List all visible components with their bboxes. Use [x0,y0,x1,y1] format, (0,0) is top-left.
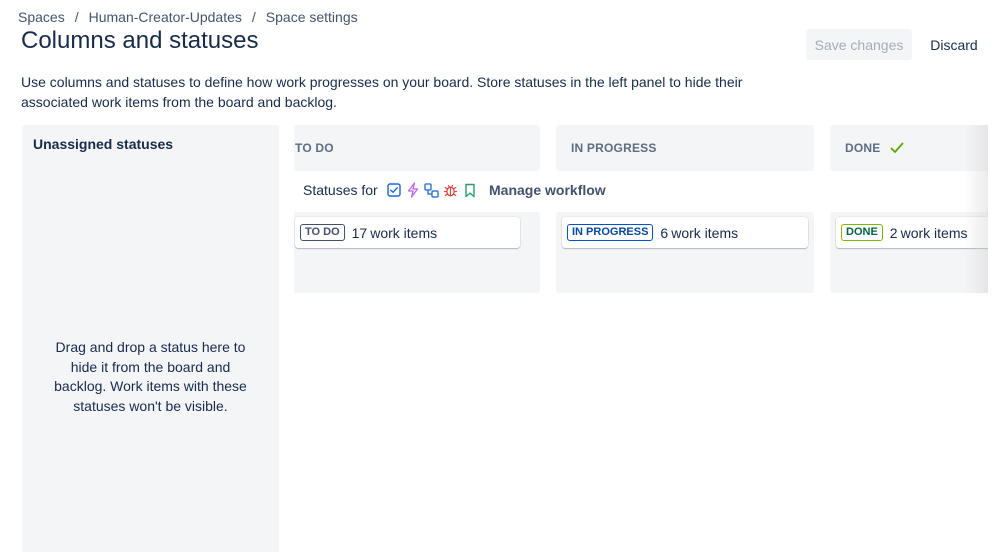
work-item-count: 17 [351,224,368,241]
status-card-in-progress[interactable]: IN PROGRESS 6 work items [562,217,808,248]
story-bookmark-icon [462,182,478,198]
work-item-count: 2 [889,224,898,241]
save-changes-button[interactable]: Save changes [806,29,912,60]
bug-icon [443,182,459,198]
work-items-label: work items [900,224,968,241]
manage-workflow-button[interactable]: Manage workflow [489,182,606,198]
unassigned-statuses-title: Unassigned statuses [33,136,174,152]
statuses-for: Statuses for [303,182,478,198]
scroll-fade-right [964,125,988,293]
board-columns: TO DO TO DO 17 work items IN PROGRESS IN… [294,125,988,305]
status-lozenge: IN PROGRESS [567,224,654,241]
subtask-lightning-icon [405,182,421,198]
column-name: DONE [845,141,881,155]
breadcrumb-space-settings[interactable]: Space settings [266,9,358,25]
column-name: TO DO [295,141,334,155]
column-header-todo[interactable]: TO DO [294,125,540,171]
page-title: Columns and statuses [21,27,259,54]
page-description: Use columns and statuses to define how w… [21,74,743,110]
work-items-label: work items [370,224,438,241]
epic-hierarchy-icon [424,182,440,198]
status-lozenge: DONE [841,224,883,241]
discard-button[interactable]: Discard [922,29,986,60]
breadcrumb: Spaces / Human-Creator-Updates / Space s… [18,9,358,25]
breadcrumb-separator: / [74,9,79,25]
status-lozenge: TO DO [300,224,345,241]
unassigned-statuses-panel[interactable]: Unassigned statuses Drag and drop a stat… [22,125,279,552]
status-card-todo[interactable]: TO DO 17 work items [295,217,520,248]
column-name: IN PROGRESS [571,141,657,155]
work-items-label: work items [671,224,739,241]
task-icon [386,182,402,198]
column-body-todo[interactable]: TO DO 17 work items [294,212,540,293]
breadcrumb-space-name[interactable]: Human-Creator-Updates [89,9,242,25]
statuses-for-label: Statuses for [303,182,378,198]
done-check-icon [890,142,904,154]
breadcrumb-separator: / [251,9,256,25]
breadcrumb-spaces[interactable]: Spaces [18,9,65,25]
unassigned-drop-hint: Drag and drop a status here to hide it f… [54,339,247,414]
work-item-count: 6 [660,224,669,241]
column-header-in-progress[interactable]: IN PROGRESS [556,125,814,171]
column-body-in-progress[interactable]: IN PROGRESS 6 work items [556,212,814,293]
